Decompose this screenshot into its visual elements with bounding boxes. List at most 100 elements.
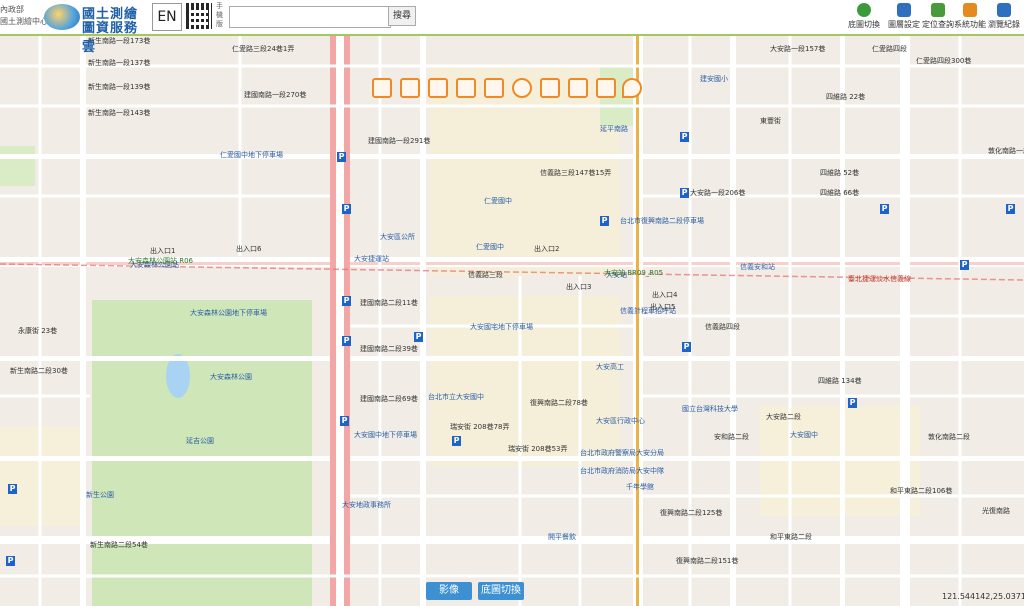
street-label: 信義路三段 <box>468 271 503 279</box>
parking-icon[interactable]: P <box>452 436 461 446</box>
place-label: 大安國中 <box>790 431 818 439</box>
parking-icon[interactable]: P <box>340 416 349 426</box>
parking-icon[interactable]: P <box>880 204 889 214</box>
street-label: 瑞安街 208巷78弄 <box>450 423 510 431</box>
site-logo[interactable]: 內政部 國土測繪中心 國土測繪 圖資服務雲 <box>0 2 148 55</box>
place-label: 台北市政府消防局大安中隊 <box>580 467 664 475</box>
place-label: 仁愛國中 <box>476 243 504 251</box>
tool-label: 瀏覽紀錄 <box>988 20 1020 29</box>
eraser-icon[interactable] <box>596 78 616 98</box>
parking-icon[interactable]: P <box>414 332 423 342</box>
parking-icon[interactable]: P <box>6 556 15 566</box>
map-canvas[interactable]: 新生南路一段173巷 新生南路一段137巷 新生南路一段139巷 新生南路一段1… <box>0 36 1024 606</box>
parking-icon[interactable]: P <box>960 260 969 270</box>
exit-label: 出入口6 <box>236 245 262 253</box>
building-icon[interactable] <box>400 78 420 98</box>
place-label: 台北市復興南路二段停車場 <box>620 217 704 225</box>
language-button[interactable]: EN <box>152 3 182 31</box>
map-base <box>0 36 1024 606</box>
title-line2: 圖資服務雲 <box>82 21 139 55</box>
place-label: 大安森林公園 <box>210 373 252 381</box>
history-tool[interactable]: 瀏覽紀錄 <box>984 3 1024 33</box>
top-bar: 內政部 國土測繪中心 國土測繪 圖資服務雲 EN 手機版 搜尋 底圖切換 圖層設… <box>0 0 1024 55</box>
basemap-switch-button[interactable]: 底圖切換 <box>478 582 524 600</box>
place-label: 新生公園 <box>86 491 114 499</box>
coordinate-readout: 121.544142,25.03718 <box>942 592 1024 601</box>
parking-icon[interactable]: P <box>342 296 351 306</box>
station-label: 大安森林公園站 R06 <box>128 257 193 265</box>
place-label: 仁愛國中地下停車場 <box>220 151 283 159</box>
street-label: 和平東路二段 <box>770 533 812 541</box>
street-label: 仁愛路四段300巷 <box>916 57 972 65</box>
marker-icon[interactable] <box>622 78 642 98</box>
measure-icon[interactable] <box>456 78 476 98</box>
street-label: 東豐街 <box>760 117 781 125</box>
parking-icon[interactable]: P <box>342 336 351 346</box>
parking-icon[interactable]: P <box>600 216 609 226</box>
point-icon[interactable] <box>512 78 532 98</box>
place-label: 建安國小 <box>700 75 728 83</box>
exit-label: 出入口2 <box>534 245 560 253</box>
street-label: 大安路二段 <box>766 413 801 421</box>
street-label: 建國南路二段39巷 <box>360 345 418 353</box>
street-label: 復興南路二段151巷 <box>676 557 739 565</box>
tool-label: 底圖切換 <box>848 20 880 29</box>
place-label: 大安國中地下停車場 <box>354 431 417 439</box>
daan-forest-park <box>92 300 312 606</box>
globe-icon <box>857 3 871 17</box>
station-label: 大安站 BR09_R05 <box>604 269 664 277</box>
place-label: 大安地政事務所 <box>342 501 391 509</box>
parking-icon[interactable]: P <box>682 342 691 352</box>
hand-icon[interactable] <box>484 78 504 98</box>
search-input[interactable] <box>229 6 391 28</box>
basemap-switch-tool[interactable]: 底圖切換 <box>844 3 884 33</box>
place-label: 大安區公所 <box>380 233 415 241</box>
image-layer-button[interactable]: 影像 <box>426 582 472 600</box>
parking-icon[interactable]: P <box>8 484 17 494</box>
street-label: 建國南路二段11巷 <box>360 299 418 307</box>
metro-line-label: 臺北捷運淡水信義線 <box>848 275 911 283</box>
street-label: 信義路四段 <box>705 323 740 331</box>
exit-label: 出入口3 <box>566 283 592 291</box>
globe-logo-icon <box>44 4 80 30</box>
polygon-icon[interactable] <box>568 78 588 98</box>
street-label: 四維路 52巷 <box>820 169 860 177</box>
street-label: 大安路一段157巷 <box>770 45 826 53</box>
exit-label: 出入口5 <box>650 303 676 311</box>
street-label: 新生南路一段137巷 <box>88 59 151 67</box>
place-label: 延吉公園 <box>186 437 214 445</box>
street-label: 新生南路二段54巷 <box>90 541 148 549</box>
search-button[interactable]: 搜尋 <box>388 6 416 26</box>
parking-icon[interactable]: P <box>1006 204 1015 214</box>
street-label: 建國南路一段291巷 <box>368 137 431 145</box>
street-label: 敦化南路二段 <box>928 433 970 441</box>
zoom-in-icon[interactable] <box>372 78 392 98</box>
org-line2: 國土測繪中心 <box>0 17 48 26</box>
street-label: 瑞安街 208巷53弄 <box>508 445 568 453</box>
place-label: 大安高工 <box>596 363 624 371</box>
parking-icon[interactable]: P <box>848 398 857 408</box>
place-label: 大安區行政中心 <box>596 417 645 425</box>
street-label: 四維路 66巷 <box>820 189 860 197</box>
street-label: 復興南路二段78巷 <box>530 399 588 407</box>
street-label: 和平東路二段106巷 <box>890 487 953 495</box>
system-icon <box>963 3 977 17</box>
street-label: 安和路二段 <box>714 433 749 441</box>
locate-icon <box>931 3 945 17</box>
place-label: 國立台灣科技大學 <box>682 405 738 413</box>
parking-icon[interactable]: P <box>680 132 689 142</box>
qr-label: 手機版 <box>216 2 223 28</box>
parking-icon[interactable]: P <box>337 152 346 162</box>
place-label: 台北市政府警察局大安分局 <box>580 449 664 457</box>
parking-icon[interactable]: P <box>342 204 351 214</box>
draw-icon[interactable] <box>428 78 448 98</box>
place-label: 大安捷運站 <box>354 255 389 263</box>
place-label: 開平餐飲 <box>548 533 576 541</box>
qr-code-icon[interactable] <box>186 3 212 29</box>
parking-icon[interactable]: P <box>680 188 689 198</box>
exit-label: 出入口4 <box>652 291 678 299</box>
street-label: 永康街 23巷 <box>18 327 58 335</box>
line-icon[interactable] <box>540 78 560 98</box>
street-label: 建國南路二段69巷 <box>360 395 418 403</box>
street-label: 建國南路一段270巷 <box>244 91 307 99</box>
